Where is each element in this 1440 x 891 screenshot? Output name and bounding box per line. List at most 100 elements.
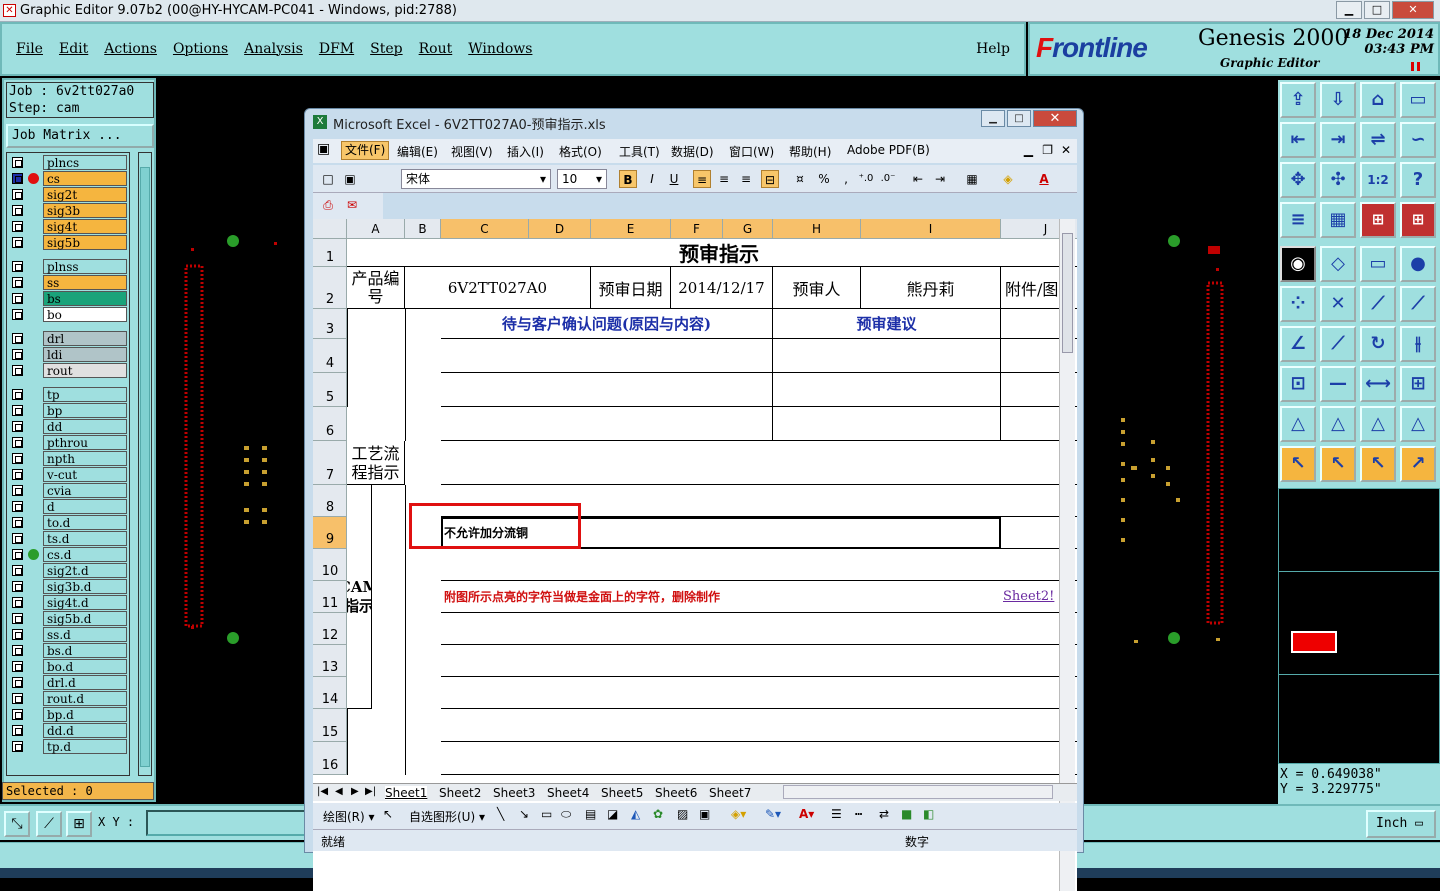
date-label[interactable]: 预审日期 bbox=[591, 267, 671, 309]
layer-row-drl.d[interactable]: drl.d bbox=[7, 675, 129, 690]
triangle-icon[interactable]: △ bbox=[1280, 406, 1316, 442]
seq-cell[interactable]: 3 bbox=[405, 549, 406, 581]
layer-checkbox[interactable] bbox=[12, 629, 23, 640]
product-number[interactable]: 6V2TT027A0 bbox=[405, 267, 591, 309]
row-header[interactable]: 2 bbox=[313, 267, 347, 309]
merge-center-icon[interactable]: ⊟ bbox=[761, 170, 779, 188]
issue-header[interactable]: 待与客户确认问题(原因与内容) bbox=[441, 309, 773, 339]
cam-label[interactable]: CAM指示 bbox=[347, 485, 372, 709]
minus-icon[interactable]: — bbox=[1320, 366, 1356, 402]
layer-row-drl[interactable]: drl bbox=[7, 331, 129, 346]
save-icon[interactable]: ▣ bbox=[341, 170, 359, 188]
layer-row-plncs[interactable]: plncs bbox=[7, 155, 129, 170]
menu-analysis[interactable]: Analysis bbox=[244, 41, 303, 57]
menu-actions[interactable]: Actions bbox=[104, 41, 157, 57]
row-header[interactable]: 4 bbox=[313, 339, 347, 373]
menu-options[interactable]: Options bbox=[173, 41, 228, 57]
layer-row-tp.d[interactable]: tp.d bbox=[7, 739, 129, 754]
menu-edit[interactable]: Edit bbox=[59, 41, 88, 57]
row-header[interactable]: 8 bbox=[313, 485, 347, 517]
doc-minimize-icon[interactable]: ▁ bbox=[1024, 143, 1033, 157]
layer-row-sig2t[interactable]: sig2t bbox=[7, 187, 129, 202]
layer-checkbox[interactable] bbox=[12, 485, 23, 496]
row-header[interactable]: 7 bbox=[313, 441, 347, 485]
layer-checkbox[interactable] bbox=[12, 261, 23, 272]
row-header[interactable]: 16 bbox=[313, 742, 347, 775]
pdf-mail-icon[interactable]: ✉ bbox=[343, 196, 361, 214]
menu-step[interactable]: Step bbox=[370, 41, 402, 57]
doc-restore-icon[interactable]: ❐ bbox=[1042, 143, 1053, 157]
layer-checkbox[interactable] bbox=[12, 549, 23, 560]
reviewer-name[interactable]: 熊丹莉 bbox=[861, 267, 1001, 309]
issue-cell[interactable] bbox=[441, 339, 773, 373]
increase-decimal-icon[interactable]: ⁺.0 bbox=[857, 170, 875, 188]
shape-icon[interactable]: ◇ bbox=[1320, 246, 1356, 282]
ruler-icon[interactable]: ≡ bbox=[1280, 202, 1316, 238]
sheet-tab-sheet6[interactable]: Sheet6 bbox=[655, 786, 697, 800]
layer-checkbox[interactable] bbox=[12, 173, 23, 184]
layer-checkbox[interactable] bbox=[12, 189, 23, 200]
layer-row-bs[interactable]: bs bbox=[7, 291, 129, 306]
group-icon[interactable]: ⊡ bbox=[1280, 366, 1316, 402]
line-tool-icon[interactable]: ⟋ bbox=[1360, 286, 1396, 322]
pointer4-icon[interactable]: ↗ bbox=[1400, 446, 1436, 482]
layer-checkbox[interactable] bbox=[12, 533, 23, 544]
column-header[interactable]: B bbox=[405, 219, 441, 239]
seq-cell[interactable]: 1 bbox=[405, 339, 406, 373]
align-right-icon[interactable]: ≡ bbox=[737, 170, 755, 188]
via-icon[interactable]: ⊞ bbox=[1360, 202, 1396, 238]
line2-tool-icon[interactable]: ⟋ bbox=[1400, 286, 1436, 322]
row-header[interactable]: 9 bbox=[313, 517, 347, 549]
fill-color-icon[interactable]: ◈ bbox=[999, 170, 1017, 188]
resize-icon[interactable]: ⟷ bbox=[1360, 366, 1396, 402]
column-header[interactable]: I bbox=[861, 219, 1001, 239]
cross-icon[interactable]: ✕ bbox=[1320, 286, 1356, 322]
prev-sheet-icon[interactable]: ◀ bbox=[335, 786, 343, 797]
layer-checkbox[interactable] bbox=[12, 349, 23, 360]
layer-checkbox[interactable] bbox=[12, 517, 23, 528]
net-icon[interactable]: ⁘ bbox=[1280, 286, 1316, 322]
column-header[interactable]: D bbox=[529, 219, 591, 239]
triangle3-icon[interactable]: △ bbox=[1360, 406, 1396, 442]
cam-instruction-cell[interactable] bbox=[441, 549, 1077, 581]
doc-close-icon[interactable]: ✕ bbox=[1061, 143, 1071, 157]
menu-help[interactable]: Help bbox=[976, 41, 1010, 57]
clipart-icon[interactable]: ✿ bbox=[653, 807, 663, 821]
grid-icon[interactable]: ⊞ bbox=[66, 811, 92, 837]
next-process-label[interactable]: 工序 bbox=[347, 709, 348, 775]
layer-checkbox[interactable] bbox=[12, 661, 23, 672]
angle-icon[interactable]: ∠ bbox=[1280, 326, 1316, 362]
review-date[interactable]: 2014/12/17 bbox=[671, 267, 773, 309]
font-name-select[interactable]: 宋体 ▾ bbox=[401, 169, 551, 189]
line-color-icon[interactable]: ✎▾ bbox=[765, 807, 781, 821]
pdf-convert-icon[interactable]: ⎙ bbox=[319, 196, 337, 214]
process-cell[interactable] bbox=[441, 441, 1077, 485]
layer-checkbox[interactable] bbox=[12, 277, 23, 288]
menu-windows[interactable]: Windows bbox=[468, 41, 532, 57]
layer-row-cs.d[interactable]: cs.d bbox=[7, 547, 129, 562]
layer-scrollbar[interactable] bbox=[138, 152, 152, 776]
pointer2-icon[interactable]: ↖ bbox=[1320, 446, 1356, 482]
layer-checkbox[interactable] bbox=[12, 309, 23, 320]
via2-icon[interactable]: ⊞ bbox=[1400, 202, 1436, 238]
process-step-cell[interactable] bbox=[441, 742, 1077, 775]
sheet-tab-sheet7[interactable]: Sheet7 bbox=[709, 786, 751, 800]
column-header[interactable]: G bbox=[723, 219, 773, 239]
layer-checkbox[interactable] bbox=[12, 581, 23, 592]
line-style-icon[interactable]: ☰ bbox=[831, 807, 842, 821]
arrow-icon[interactable]: ↘ bbox=[519, 807, 529, 821]
layer-row-bs.d[interactable]: bs.d bbox=[7, 643, 129, 658]
left-icon[interactable]: ⇤ bbox=[1280, 122, 1316, 158]
seq-cell[interactable]: 2 bbox=[405, 517, 406, 549]
excel-menu-item[interactable]: 数据(D) bbox=[671, 143, 714, 160]
excel-menu-item[interactable]: 视图(V) bbox=[451, 143, 493, 160]
row-header[interactable]: 6 bbox=[313, 407, 347, 441]
cluster-icon[interactable]: ⊞ bbox=[1400, 366, 1436, 402]
seq-cell[interactable]: 3 bbox=[405, 407, 406, 441]
help-icon[interactable]: ? bbox=[1400, 162, 1436, 198]
comma-icon[interactable]: , bbox=[837, 170, 855, 188]
excel-menu-item[interactable]: 工具(T) bbox=[619, 143, 660, 160]
seq-cell[interactable]: 4 bbox=[405, 581, 406, 613]
layer-checkbox[interactable] bbox=[12, 365, 23, 376]
units-selector[interactable]: Inch ▭ bbox=[1366, 810, 1436, 838]
